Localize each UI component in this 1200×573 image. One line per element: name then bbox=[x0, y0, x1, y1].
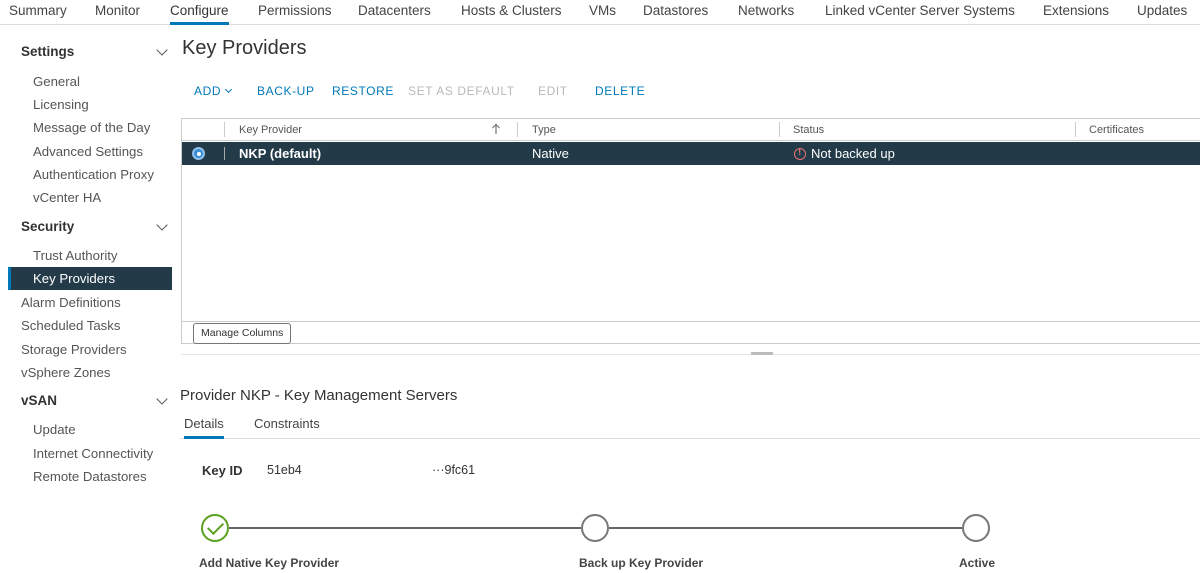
sidebar-item-scheduled-tasks[interactable]: Scheduled Tasks bbox=[21, 318, 120, 333]
sidebar-item-key-providers[interactable]: Key Providers bbox=[8, 267, 172, 290]
restore-button[interactable]: RESTORE bbox=[332, 84, 394, 98]
sidebar-item-trust-authority[interactable]: Trust Authority bbox=[33, 248, 118, 263]
sidebar-group-label: Settings bbox=[21, 44, 75, 59]
top-nav: Summary Monitor Configure Permissions Da… bbox=[0, 0, 1200, 25]
warning-icon bbox=[794, 147, 806, 160]
step-complete-check-icon bbox=[201, 514, 229, 542]
key-providers-grid: Key Provider Type Status Certificates NK… bbox=[181, 118, 1200, 344]
pane-splitter bbox=[181, 354, 1200, 355]
cell-key-provider: NKP (default) bbox=[239, 146, 322, 161]
tab-networks[interactable]: Networks bbox=[738, 3, 794, 25]
step-connector bbox=[229, 527, 581, 529]
step-label-backup: Back up Key Provider bbox=[579, 556, 704, 570]
sidebar-group-security[interactable]: Security bbox=[21, 219, 168, 234]
tab-linked-vcenter[interactable]: Linked vCenter Server Systems bbox=[825, 3, 1015, 25]
key-id-label: Key ID bbox=[202, 463, 243, 478]
sidebar-item-general[interactable]: General bbox=[33, 74, 80, 89]
column-header-certificates[interactable]: Certificates bbox=[1089, 124, 1144, 136]
grid-header: Key Provider Type Status Certificates bbox=[182, 119, 1200, 141]
details-tabs: Details Constraints bbox=[180, 414, 1200, 439]
tab-details[interactable]: Details bbox=[184, 416, 224, 439]
sidebar-item-vcenter-ha[interactable]: vCenter HA bbox=[33, 190, 101, 205]
key-id-value-start: 51eb4 bbox=[267, 463, 302, 477]
tab-updates[interactable]: Updates bbox=[1137, 3, 1187, 25]
delete-button[interactable]: DELETE bbox=[595, 84, 645, 98]
tab-configure[interactable]: Configure bbox=[170, 3, 229, 25]
add-button[interactable]: ADD bbox=[194, 84, 233, 98]
step-label-active: Active bbox=[959, 556, 996, 570]
tab-datacenters[interactable]: Datacenters bbox=[358, 3, 431, 25]
sidebar-item-licensing[interactable]: Licensing bbox=[33, 97, 89, 112]
tab-summary[interactable]: Summary bbox=[9, 3, 67, 25]
sidebar-group-settings[interactable]: Settings bbox=[21, 44, 168, 59]
row-select-radio[interactable] bbox=[192, 147, 205, 160]
tab-vms[interactable]: VMs bbox=[589, 3, 616, 25]
step-label-add-native: Add Native Key Provider bbox=[199, 556, 340, 570]
column-separator[interactable] bbox=[1075, 122, 1076, 137]
key-id-value-end: ···9fc61 bbox=[432, 463, 476, 477]
backup-button[interactable]: BACK-UP bbox=[257, 84, 315, 98]
sidebar-item-alarm-definitions[interactable]: Alarm Definitions bbox=[21, 295, 121, 310]
sort-ascending-icon[interactable] bbox=[491, 123, 501, 135]
splitter-handle[interactable] bbox=[751, 352, 773, 355]
chevron-down-icon bbox=[156, 44, 168, 56]
sidebar-group-label: Security bbox=[21, 219, 75, 234]
sidebar-item-vsphere-zones[interactable]: vSphere Zones bbox=[21, 365, 110, 380]
sidebar-item-advanced-settings[interactable]: Advanced Settings bbox=[33, 144, 143, 159]
tab-permissions[interactable]: Permissions bbox=[258, 3, 332, 25]
column-separator[interactable] bbox=[779, 122, 780, 137]
grid-footer: Manage Columns bbox=[182, 321, 1200, 345]
chevron-down-icon bbox=[225, 85, 233, 94]
sidebar-item-storage-providers[interactable]: Storage Providers bbox=[21, 342, 127, 357]
add-label: ADD bbox=[194, 84, 222, 98]
row-separator bbox=[224, 147, 225, 160]
sidebar: Settings General Licensing Message of th… bbox=[0, 26, 172, 573]
column-separator bbox=[224, 122, 225, 137]
sidebar-item-authentication-proxy[interactable]: Authentication Proxy bbox=[33, 167, 154, 182]
set-as-default-button[interactable]: SET AS DEFAULT bbox=[408, 84, 515, 98]
details-title: Provider NKP - Key Management Servers bbox=[180, 387, 458, 404]
tab-datastores[interactable]: Datastores bbox=[643, 3, 708, 25]
column-header-key-provider[interactable]: Key Provider bbox=[239, 124, 302, 136]
cell-status: Not backed up bbox=[811, 146, 895, 161]
step-pending-circle-icon bbox=[581, 514, 609, 542]
tab-extensions[interactable]: Extensions bbox=[1043, 3, 1109, 25]
table-row[interactable]: NKP (default) Native Not backed up bbox=[182, 142, 1200, 165]
manage-columns-button[interactable]: Manage Columns bbox=[193, 323, 292, 344]
column-header-type[interactable]: Type bbox=[532, 124, 556, 136]
sidebar-item-remote-datastores[interactable]: Remote Datastores bbox=[33, 469, 147, 484]
sidebar-item-label: Key Providers bbox=[33, 271, 116, 286]
chevron-down-icon bbox=[156, 219, 168, 231]
cell-type: Native bbox=[532, 146, 569, 161]
tab-hosts-clusters[interactable]: Hosts & Clusters bbox=[461, 3, 562, 25]
sidebar-item-update[interactable]: Update bbox=[33, 422, 76, 437]
column-separator[interactable] bbox=[517, 122, 518, 137]
step-pending-circle-icon bbox=[962, 514, 990, 542]
edit-button[interactable]: EDIT bbox=[538, 84, 568, 98]
sidebar-item-message-of-the-day[interactable]: Message of the Day bbox=[33, 120, 150, 135]
step-connector bbox=[609, 527, 962, 529]
sidebar-group-vsan[interactable]: vSAN bbox=[21, 393, 168, 408]
chevron-down-icon bbox=[156, 393, 168, 405]
column-header-status[interactable]: Status bbox=[793, 124, 824, 136]
tab-constraints[interactable]: Constraints bbox=[254, 416, 320, 439]
page-title: Key Providers bbox=[182, 37, 307, 59]
tab-monitor[interactable]: Monitor bbox=[95, 3, 140, 25]
sidebar-item-internet-connectivity[interactable]: Internet Connectivity bbox=[33, 446, 153, 461]
sidebar-group-label: vSAN bbox=[21, 393, 58, 408]
